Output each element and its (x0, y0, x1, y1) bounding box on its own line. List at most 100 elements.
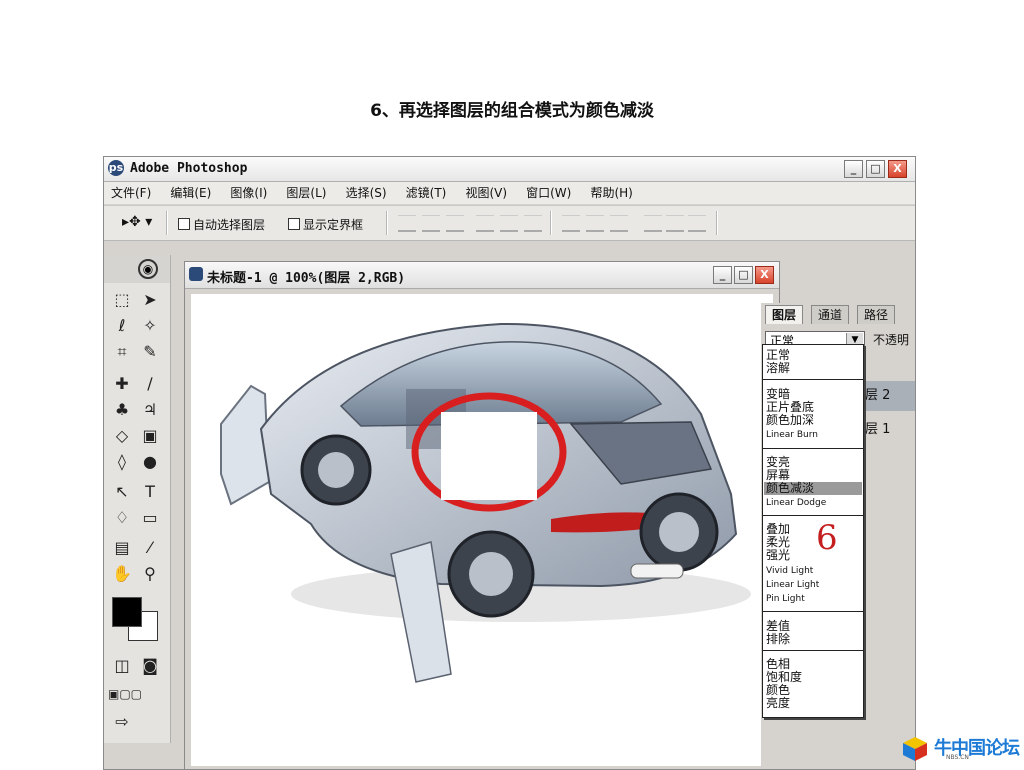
blend-option-selected[interactable]: 颜色减淡 (764, 482, 862, 495)
blur-tool-icon[interactable]: ◊ (110, 451, 134, 473)
blend-option[interactable]: 颜色加深 (766, 414, 814, 427)
imageready-jump-icon[interactable]: ⇨ (110, 711, 134, 733)
blend-option[interactable]: 溶解 (766, 362, 790, 375)
marquee-tool-icon[interactable]: ⬚ (110, 289, 134, 311)
quickmask-mode-icon[interactable]: ◙ (138, 655, 162, 677)
align-bottom-icon[interactable] (446, 215, 464, 232)
zoom-tool-icon[interactable]: ⚲ (138, 563, 162, 585)
options-divider (550, 211, 552, 235)
car-illustration (220, 322, 751, 683)
tab-paths[interactable]: 路径 (857, 305, 896, 324)
slice-tool-icon[interactable]: ✎ (138, 341, 162, 363)
screen-mode-icons[interactable]: ▣▢▢ (108, 683, 142, 705)
menu-view[interactable]: 视图(V) (458, 182, 514, 204)
notes-tool-icon[interactable]: ▤ (110, 537, 134, 559)
magic-wand-icon[interactable]: ✧ (138, 315, 162, 337)
menu-layer[interactable]: 图层(L) (279, 182, 333, 204)
align-left-icon[interactable] (476, 215, 494, 232)
distribute-left-icon[interactable] (644, 215, 662, 232)
options-divider (716, 211, 718, 235)
group-divider (763, 379, 863, 380)
move-tool-icon[interactable]: ➤ (138, 289, 162, 311)
path-select-icon[interactable]: ↖ (110, 481, 134, 503)
cube-logo-icon (903, 737, 927, 761)
toolbox: ◉ ⬚ ➤ ℓ ✧ ⌗ ✎ ✚ ∕ ♣ ♃ ◇ ▣ ◊ ● ↖ T ♢ ▭ ▤ … (104, 255, 171, 743)
photoshop-app-icon: ps (108, 160, 124, 176)
options-divider (386, 211, 388, 235)
document-window: 未标题-1 @ 100%(图层 2,RGB) _ □ X (184, 261, 780, 769)
doc-close-button[interactable]: X (755, 266, 774, 284)
move-tool-preset[interactable]: ▸✥ ▾ (122, 214, 152, 230)
history-brush-icon[interactable]: ♃ (138, 399, 162, 421)
opacity-label: 不透明 (873, 333, 910, 347)
doc-maximize-button[interactable]: □ (734, 266, 753, 284)
eraser-tool-icon[interactable]: ◇ (110, 425, 134, 447)
healing-brush-icon[interactable]: ✚ (110, 373, 134, 395)
app-title: Adobe Photoshop (130, 161, 248, 176)
blend-mode-dropdown: 正常 溶解 变暗 正片叠底 颜色加深 Linear Burn 变亮 屏幕 颜色减… (762, 344, 864, 718)
blend-option[interactable]: 强光 (766, 549, 790, 562)
standard-mode-icon[interactable]: ◫ (110, 655, 134, 677)
tab-channels[interactable]: 通道 (811, 305, 850, 324)
distribute-middle-icon[interactable] (586, 215, 604, 232)
distribute-center-icon[interactable] (666, 215, 684, 232)
menu-window[interactable]: 窗口(W) (519, 182, 578, 204)
group-divider (763, 448, 863, 449)
blend-option[interactable]: Vivid Light (766, 565, 813, 578)
menu-filter[interactable]: 滤镜(T) (399, 182, 454, 204)
align-right-icon[interactable] (524, 215, 542, 232)
stamp-tool-icon[interactable]: ♣ (110, 399, 134, 421)
layer-row-2[interactable]: 层 2 (861, 381, 915, 411)
dodge-tool-icon[interactable]: ● (138, 451, 162, 473)
menu-edit[interactable]: 编辑(E) (163, 182, 218, 204)
pen-tool-icon[interactable]: ♢ (110, 507, 134, 529)
eyedropper-icon[interactable]: ⁄ (138, 537, 162, 559)
foreground-color-swatch[interactable] (112, 597, 142, 627)
menu-file[interactable]: 文件(F) (104, 182, 158, 204)
options-bar: ▸✥ ▾ 自动选择图层 显示定界框 (104, 205, 915, 241)
lasso-tool-icon[interactable]: ℓ (110, 315, 134, 337)
align-middle-icon[interactable] (422, 215, 440, 232)
align-center-icon[interactable] (500, 215, 518, 232)
blend-option[interactable]: 排除 (766, 633, 790, 646)
menu-select[interactable]: 选择(S) (339, 182, 394, 204)
close-button[interactable]: X (888, 160, 907, 178)
forum-logo: 牛中国论坛 NBS.CN (902, 732, 1020, 764)
logo-subtext: NBS.CN (946, 754, 969, 761)
shape-tool-icon[interactable]: ▭ (138, 507, 162, 529)
photoshop-window: ps Adobe Photoshop _ □ X 文件(F) 编辑(E) 图像(… (103, 156, 916, 770)
crop-tool-icon[interactable]: ⌗ (110, 341, 134, 363)
brush-tool-icon[interactable]: ∕ (138, 373, 162, 395)
gradient-tool-icon[interactable]: ▣ (138, 425, 162, 447)
align-top-icon[interactable] (398, 215, 416, 232)
toolbox-header: ◉ (104, 255, 170, 283)
menu-help[interactable]: 帮助(H) (583, 182, 639, 204)
blend-option[interactable]: 亮度 (766, 697, 790, 710)
step-number-annotation: 6 (816, 518, 838, 558)
show-bounds-checkbox[interactable]: 显示定界框 (288, 216, 363, 233)
distribute-top-icon[interactable] (562, 215, 580, 232)
distribute-right-icon[interactable] (688, 215, 706, 232)
auto-select-checkbox[interactable]: 自动选择图层 (178, 216, 265, 233)
document-title: 未标题-1 @ 100%(图层 2,RGB) (207, 271, 406, 286)
blend-option[interactable]: Pin Light (766, 593, 805, 606)
tab-layers[interactable]: 图层 (765, 305, 804, 324)
doc-minimize-button[interactable]: _ (713, 266, 732, 284)
group-divider (763, 611, 863, 612)
blend-option[interactable]: Linear Dodge (766, 497, 826, 510)
adobe-eye-icon: ◉ (138, 259, 158, 279)
maximize-button[interactable]: □ (866, 160, 885, 178)
blend-option[interactable]: Linear Light (766, 579, 819, 592)
blend-option[interactable]: Linear Burn (766, 429, 818, 442)
distribute-bottom-icon[interactable] (610, 215, 628, 232)
type-tool-icon[interactable]: T (138, 481, 162, 503)
white-square-layer (441, 412, 537, 500)
group-divider (763, 650, 863, 651)
canvas[interactable] (191, 294, 773, 766)
menu-image[interactable]: 图像(I) (223, 182, 274, 204)
auto-select-label: 自动选择图层 (193, 218, 266, 232)
hand-tool-icon[interactable]: ✋ (110, 563, 134, 585)
minimize-button[interactable]: _ (844, 160, 863, 178)
layer-row-1[interactable]: 层 1 (861, 415, 915, 445)
document-icon (189, 267, 203, 281)
